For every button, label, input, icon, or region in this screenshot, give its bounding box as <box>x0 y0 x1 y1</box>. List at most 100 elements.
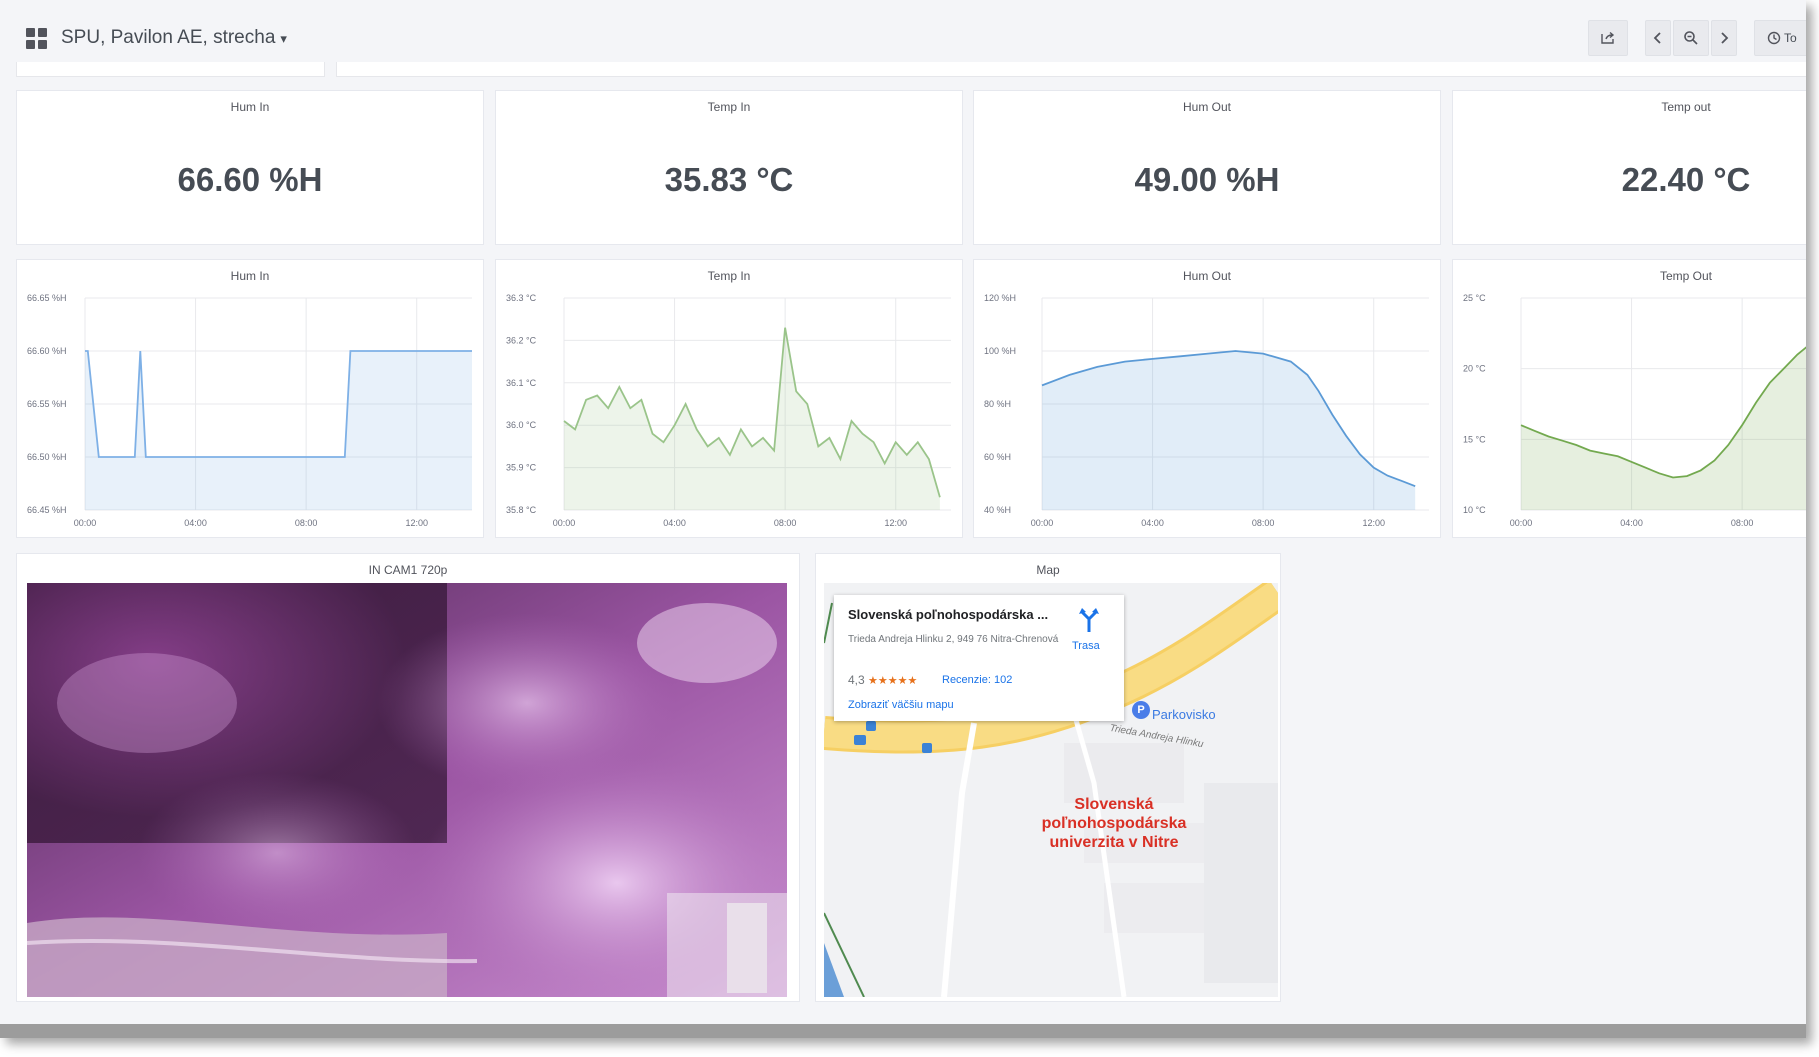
graph-panel-temp-in[interactable]: Temp In 36.3 °C 36.2 °C 36.1 °C 36.0 °C 35.9… <box>495 259 963 538</box>
university-label-line: Slovenská <box>1074 796 1154 813</box>
y-tick-label: 100 %H <box>984 346 1016 356</box>
stat-panel-temp-out[interactable]: Temp out 22.40 °C <box>1452 90 1806 245</box>
university-label-line: univerzita v Nitre <box>1049 834 1179 851</box>
camera-feed-image <box>27 583 787 997</box>
chevron-down-icon: ▾ <box>280 31 287 46</box>
y-tick-label: 10 °C <box>1463 505 1486 515</box>
series-area <box>1521 347 1806 510</box>
dashboard-title-text: SPU, Pavilon AE, strecha <box>61 27 276 48</box>
y-tick-label: 80 %H <box>984 399 1011 409</box>
series-area <box>85 351 472 510</box>
x-tick-label: 08:00 <box>1731 518 1754 528</box>
directions-link[interactable]: Trasa <box>1072 640 1100 652</box>
zoom-out-icon <box>1684 31 1698 45</box>
dashboard-title[interactable]: SPU, Pavilon AE, strecha ▾ <box>61 27 287 49</box>
y-tick-label: 60 %H <box>984 452 1011 462</box>
y-tick-label: 36.0 °C <box>506 420 537 430</box>
stat-panel-hum-out[interactable]: Hum Out 49.00 %H <box>973 90 1441 245</box>
hum-out-chart: 120 %H 100 %H 80 %H 60 %H 40 %H 00:00 04:00 08:… <box>984 293 1429 528</box>
panel-title: Temp In <box>707 100 751 114</box>
rating-value: 4,3 <box>848 673 865 687</box>
x-tick-label: 08:00 <box>295 518 318 528</box>
stat-panel-temp-in[interactable]: Temp In 35.83 °C <box>495 90 963 245</box>
map-view[interactable]: Slovenská poľnohospodárska ... Trieda An… <box>824 583 1278 997</box>
x-tick-label: 12:00 <box>884 518 907 528</box>
time-picker-button[interactable]: To <box>1754 20 1806 56</box>
x-tick-label: 04:00 <box>1620 518 1643 528</box>
directions-icon[interactable] <box>1078 607 1100 633</box>
university-label[interactable]: Slovenská poľnohospodárska univerzita v … <box>1024 795 1204 852</box>
y-tick-label: 120 %H <box>984 293 1016 303</box>
dashboard-grid-icon[interactable] <box>26 28 48 50</box>
university-label-line: poľnohospodárska <box>1041 815 1187 832</box>
rating-stars-icon: ★★★★★ <box>868 675 918 687</box>
reviews-link[interactable]: Recenzie: 102 <box>942 674 1012 686</box>
y-tick-label: 66.60 %H <box>27 346 67 356</box>
zoom-out-button[interactable] <box>1673 20 1709 56</box>
x-tick-label: 04:00 <box>663 518 686 528</box>
panel-title: Hum In <box>230 100 270 114</box>
y-tick-label: 20 °C <box>1463 364 1486 374</box>
parking-pin-icon[interactable]: P <box>1132 701 1150 719</box>
y-tick-label: 36.2 °C <box>506 335 537 345</box>
collapsed-row-panels <box>16 62 1806 78</box>
time-forward-button[interactable] <box>1711 20 1737 56</box>
panel-title: Map <box>1036 563 1060 577</box>
place-rating: 4,3 ★★★★★ <box>848 673 917 687</box>
y-tick-label: 66.55 %H <box>27 399 67 409</box>
place-info-card: Slovenská poľnohospodárska ... Trieda An… <box>834 595 1124 721</box>
series-area <box>1042 351 1416 510</box>
bigger-map-link[interactable]: Zobraziť väčšiu mapu <box>848 699 954 711</box>
y-tick-label: 40 %H <box>984 505 1011 515</box>
chevron-right-icon <box>1721 32 1729 44</box>
stat-value: 35.83 °C <box>664 161 794 198</box>
share-button[interactable] <box>1588 20 1628 56</box>
y-tick-label: 35.9 °C <box>506 463 537 473</box>
y-tick-label: 66.50 %H <box>27 452 67 462</box>
chevron-left-icon <box>1653 32 1661 44</box>
share-icon <box>1601 31 1615 44</box>
graph-panel-hum-in[interactable]: Hum In 66.65 %H 66.60 %H 66.55 %H 66.50 %H 6… <box>16 259 484 538</box>
y-tick-label: 66.65 %H <box>27 293 67 303</box>
collapsed-panel <box>336 62 1806 77</box>
y-tick-label: 66.45 %H <box>27 505 67 515</box>
temp-out-chart: 25 °C 20 °C 15 °C 10 °C 00:00 04:00 08:00 <box>1463 293 1806 528</box>
series-area <box>564 327 940 510</box>
stat-value: 66.60 %H <box>177 161 323 198</box>
time-picker-label: To <box>1784 31 1797 45</box>
place-name: Slovenská poľnohospodárska ... <box>848 607 1049 622</box>
x-tick-label: 12:00 <box>405 518 428 528</box>
x-tick-label: 04:00 <box>1141 518 1164 528</box>
x-tick-label: 00:00 <box>553 518 576 528</box>
x-tick-label: 00:00 <box>1510 518 1533 528</box>
panel-title: Hum Out <box>1182 100 1231 114</box>
y-tick-label: 25 °C <box>1463 293 1486 303</box>
y-tick-label: 35.8 °C <box>506 505 537 515</box>
x-tick-label: 08:00 <box>1252 518 1275 528</box>
x-tick-label: 12:00 <box>1362 518 1385 528</box>
stat-panel-hum-in[interactable]: Hum In 66.60 %H <box>16 90 484 245</box>
y-tick-label: 15 °C <box>1463 434 1486 444</box>
time-back-button[interactable] <box>1645 20 1671 56</box>
top-bar: SPU, Pavilon AE, strecha ▾ To <box>0 0 1806 78</box>
panel-title: Temp out <box>1661 100 1711 114</box>
x-tick-label: 08:00 <box>774 518 797 528</box>
x-tick-label: 04:00 <box>184 518 207 528</box>
y-tick-label: 36.3 °C <box>506 293 537 303</box>
dashboard-window: SPU, Pavilon AE, strecha ▾ To Hum In 66.… <box>0 0 1806 1038</box>
hum-in-chart: 66.65 %H 66.60 %H 66.55 %H 66.50 %H 66.45 %H… <box>27 293 472 528</box>
camera-panel[interactable]: IN CAM1 720p <box>16 553 800 1002</box>
parking-label[interactable]: Parkovisko <box>1152 707 1216 722</box>
graph-panel-temp-out[interactable]: Temp Out 25 °C 20 °C 15 °C 10 °C 00:00 04:00 0… <box>1452 259 1806 538</box>
panel-title: IN CAM1 720p <box>368 563 448 577</box>
y-tick-label: 36.1 °C <box>506 378 537 388</box>
stat-value: 49.00 %H <box>1134 161 1280 198</box>
map-panel[interactable]: Map Slovenská poľnohospodárska ... Tried… <box>815 553 1281 1002</box>
temp-in-chart: 36.3 °C 36.2 °C 36.1 °C 36.0 °C 35.9 °C 35.8 … <box>506 293 951 528</box>
graph-panel-hum-out[interactable]: Hum Out 120 %H 100 %H 80 %H 60 %H 40 %H 00:00… <box>973 259 1441 538</box>
place-address: Trieda Andreja Hlinku 2, 949 76 Nitra-Ch… <box>848 634 1059 645</box>
collapsed-panel <box>16 62 325 77</box>
clock-icon <box>1767 31 1781 45</box>
stat-value: 22.40 °C <box>1621 161 1751 198</box>
x-tick-label: 00:00 <box>1031 518 1054 528</box>
